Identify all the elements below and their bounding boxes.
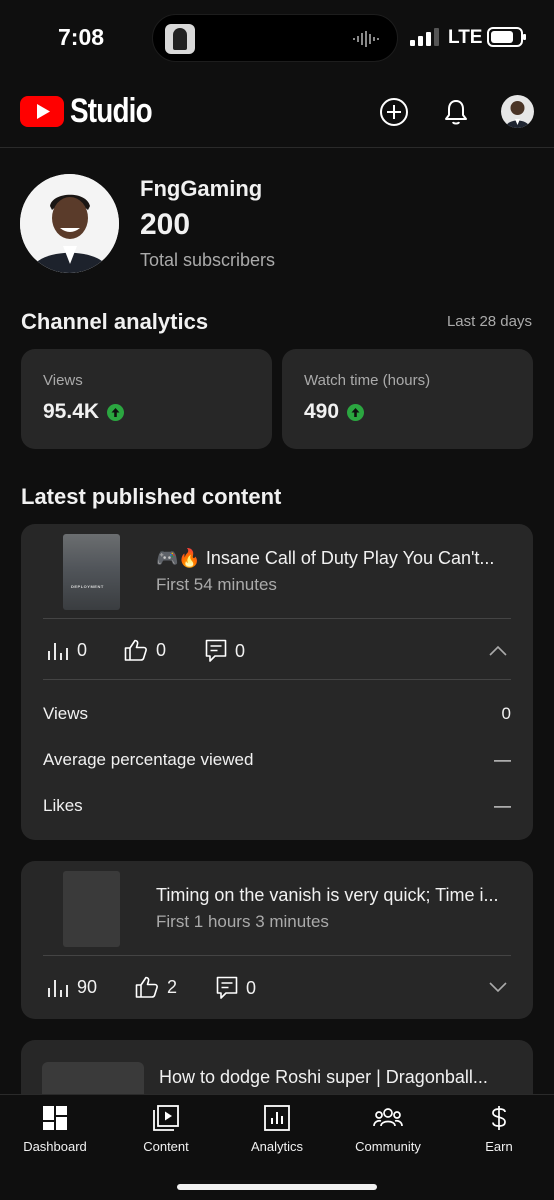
cellular-signal-icon bbox=[410, 28, 439, 46]
subscriber-label: Total subscribers bbox=[140, 250, 276, 270]
stat-label: Views bbox=[43, 372, 83, 389]
nav-label: Content bbox=[143, 1139, 189, 1154]
analytics-icon bbox=[264, 1105, 290, 1131]
youtube-logo-icon[interactable] bbox=[20, 96, 64, 127]
thumbs-up-icon bbox=[135, 976, 158, 998]
comment-icon bbox=[205, 639, 227, 662]
nav-label: Community bbox=[355, 1139, 421, 1154]
detail-row: Views 0 bbox=[43, 704, 511, 724]
nav-analytics[interactable]: Analytics bbox=[227, 1105, 327, 1154]
divider bbox=[43, 679, 511, 680]
status-bar: 7:08 LTE bbox=[0, 0, 554, 80]
network-type: LTE bbox=[448, 27, 483, 48]
detail-row: Likes — bbox=[43, 796, 511, 816]
thumbs-up-icon bbox=[124, 639, 147, 661]
content-card[interactable]: DEPLOYMENT 🎮🔥 Insane Call of Duty Play Y… bbox=[21, 524, 533, 840]
dollar-icon bbox=[492, 1106, 506, 1130]
detail-value: 0 bbox=[501, 704, 511, 723]
divider bbox=[43, 955, 511, 956]
views-bar-icon bbox=[48, 980, 68, 997]
video-title[interactable]: Timing on the vanish is very quick; Time… bbox=[156, 885, 516, 906]
nav-community[interactable]: Community bbox=[338, 1105, 438, 1154]
trend-up-icon bbox=[347, 403, 365, 421]
comments-metric: 0 bbox=[216, 976, 256, 1000]
stat-value: 95.4K bbox=[43, 400, 100, 423]
trend-up-icon bbox=[107, 403, 125, 421]
video-thumbnail[interactable]: DEPLOYMENT bbox=[63, 534, 120, 610]
stat-value: 490 bbox=[304, 400, 340, 423]
watch-time-card[interactable]: Watch time (hours) 490 bbox=[282, 349, 533, 449]
views-bar-icon bbox=[48, 643, 68, 660]
content-icon bbox=[153, 1105, 179, 1131]
likes-metric: 0 bbox=[124, 639, 166, 661]
now-playing-thumbnail bbox=[165, 24, 195, 54]
audio-wave-icon bbox=[353, 31, 379, 47]
status-time: 7:08 bbox=[58, 24, 105, 50]
likes-count: 0 bbox=[156, 639, 167, 660]
views-metric: 90 bbox=[47, 976, 97, 998]
notifications-bell-icon[interactable] bbox=[440, 96, 472, 128]
analytics-range: Last 28 days bbox=[446, 313, 532, 330]
video-thumbnail[interactable] bbox=[63, 871, 120, 947]
dynamic-island bbox=[152, 14, 398, 62]
video-title[interactable]: How to dodge Roshi super | Dragonball... bbox=[159, 1067, 519, 1088]
chevron-up-icon[interactable] bbox=[489, 645, 507, 656]
community-icon bbox=[373, 1108, 403, 1127]
divider bbox=[43, 618, 511, 619]
detail-row: Average percentage viewed — bbox=[43, 750, 511, 770]
comments-count: 0 bbox=[235, 640, 246, 661]
nav-dashboard[interactable]: Dashboard bbox=[5, 1105, 105, 1154]
comment-icon bbox=[216, 976, 238, 999]
detail-label: Average percentage viewed bbox=[43, 750, 254, 769]
stat-label: Watch time (hours) bbox=[304, 372, 431, 389]
likes-count: 2 bbox=[167, 976, 178, 997]
thumbnail-text: DEPLOYMENT bbox=[71, 584, 104, 589]
nav-earn[interactable]: Earn bbox=[449, 1105, 549, 1154]
detail-value: — bbox=[494, 796, 511, 815]
views-card[interactable]: Views 95.4K bbox=[21, 349, 272, 449]
views-count: 0 bbox=[77, 639, 88, 660]
dashboard-icon bbox=[43, 1106, 67, 1130]
subscriber-count: 200 bbox=[140, 208, 191, 241]
likes-metric: 2 bbox=[135, 976, 177, 998]
video-age: First 54 minutes bbox=[156, 575, 277, 594]
home-indicator[interactable] bbox=[177, 1184, 377, 1190]
content-card[interactable]: Timing on the vanish is very quick; Time… bbox=[21, 861, 533, 1019]
comments-count: 0 bbox=[246, 977, 257, 998]
channel-avatar[interactable] bbox=[20, 174, 119, 273]
nav-label: Analytics bbox=[250, 1139, 304, 1154]
latest-content-title: Latest published content bbox=[21, 484, 282, 509]
app-name: Studio bbox=[70, 92, 153, 130]
channel-name: FngGaming bbox=[140, 176, 263, 201]
detail-label: Likes bbox=[43, 796, 83, 815]
analytics-title: Channel analytics bbox=[21, 309, 209, 334]
create-icon[interactable] bbox=[378, 96, 410, 128]
nav-label: Earn bbox=[485, 1139, 513, 1154]
app-header: Studio bbox=[0, 80, 554, 148]
battery-icon bbox=[487, 27, 526, 47]
views-count: 90 bbox=[77, 976, 98, 997]
nav-content[interactable]: Content bbox=[116, 1105, 216, 1154]
comments-metric: 0 bbox=[205, 639, 245, 663]
nav-label: Dashboard bbox=[23, 1139, 87, 1154]
detail-label: Views bbox=[43, 704, 89, 723]
views-metric: 0 bbox=[47, 639, 87, 661]
video-title[interactable]: 🎮🔥 Insane Call of Duty Play You Can't... bbox=[156, 548, 516, 569]
video-age: First 1 hours 3 minutes bbox=[156, 912, 329, 931]
detail-value: — bbox=[494, 750, 511, 769]
chevron-down-icon[interactable] bbox=[489, 982, 507, 993]
account-avatar[interactable] bbox=[501, 95, 534, 128]
